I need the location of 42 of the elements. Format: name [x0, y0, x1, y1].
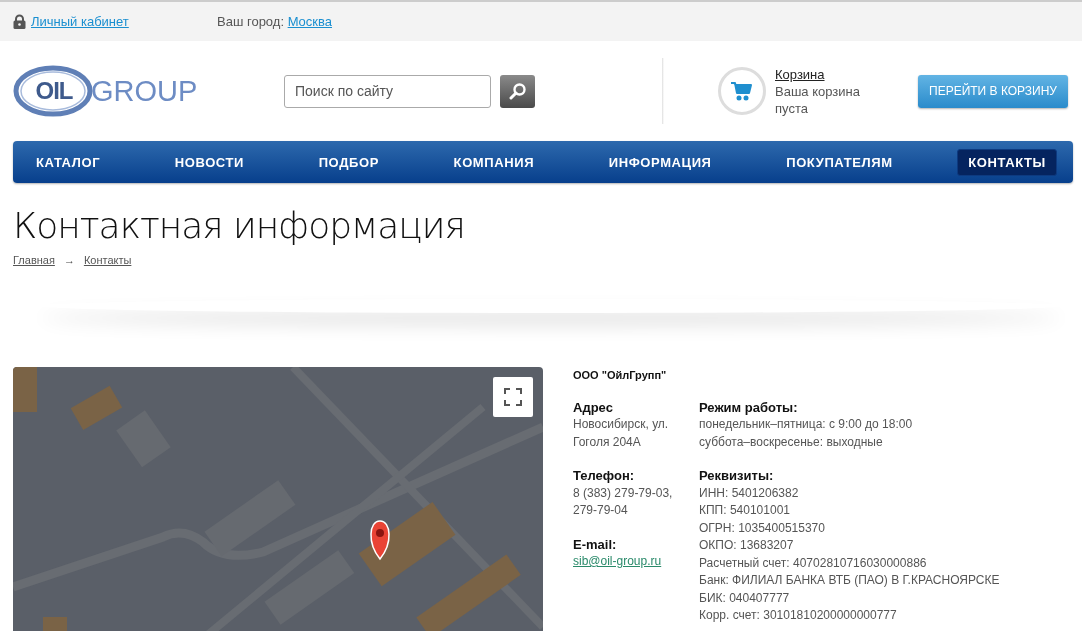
info-text: Новосибирск, ул. — [573, 416, 670, 433]
company-name: ООО "ОйлГрупп" — [573, 368, 668, 383]
cart-status: Ваша корзина пуста — [775, 82, 861, 117]
info-text: понедельник–пятница: с 9:00 до 18:00 — [699, 416, 914, 433]
fullscreen-icon — [504, 388, 522, 406]
section-label: Реквизиты: — [699, 467, 775, 485]
info-text: 8 (383) 279-79-03, — [573, 484, 674, 502]
cart-icon — [718, 67, 766, 115]
nav-tab[interactable]: НОВОСТИ — [164, 149, 255, 175]
info-text: Гоголя 204А — [573, 433, 642, 451]
nav-tab[interactable]: КОНТАКТЫ — [957, 148, 1057, 176]
info-text: Банк: ФИЛИАЛ БАНКА ВТБ (ПАО) В Г.КРАСНОЯРСКЕ — [699, 572, 1000, 589]
cart-link[interactable]: Корзина — [775, 66, 825, 82]
info-text: 279-79-04 — [573, 502, 629, 519]
info-text: БИК: 040407777 — [699, 589, 791, 607]
search-button[interactable] — [500, 74, 535, 108]
search-field[interactable]: Поиск по сайту — [284, 74, 491, 108]
city-label: Ваш город: — [217, 14, 284, 29]
nav-tab[interactable]: КАТАЛОГ — [26, 149, 111, 175]
info-text: суббота–воскресенье: выходные — [699, 433, 884, 451]
section-label: E-mail: — [573, 535, 618, 553]
section-label: Телефон: — [573, 467, 636, 485]
nav-tab[interactable]: ПОКУПАТЕЛЯМ — [776, 149, 903, 175]
email-link[interactable]: sib@oil-group.ru — [573, 554, 662, 568]
nav-tab[interactable]: ПОДБОР — [308, 149, 389, 175]
section-label: Режим работы: — [699, 398, 799, 416]
breadcrumb-separator: → — [63, 254, 75, 266]
search-icon — [509, 82, 526, 100]
nav-tab[interactable]: ИНФОРМАЦИЯ — [598, 149, 722, 175]
info-text: КПП: 540101001 — [699, 502, 791, 519]
page-title: Контактная информация — [13, 205, 466, 246]
breadcrumb-link[interactable]: Контакты — [83, 254, 132, 266]
lock-icon — [13, 14, 26, 29]
nav-tab[interactable]: КОМПАНИЯ — [443, 149, 545, 175]
info-text: ОКПО: 13683207 — [699, 537, 795, 554]
info-text: ОГРН: 1035400515370 — [699, 519, 826, 537]
info-text: ИНН: 5401206382 — [699, 484, 800, 502]
info-text: Расчетный счет: 40702810716030000886 — [699, 554, 928, 572]
section-label: Адрес — [573, 398, 614, 416]
info-text: Корр. счет: 30101810200000000777 — [699, 607, 898, 624]
fullscreen-button[interactable] — [493, 377, 533, 417]
breadcrumb-link[interactable]: Главная — [13, 254, 55, 266]
